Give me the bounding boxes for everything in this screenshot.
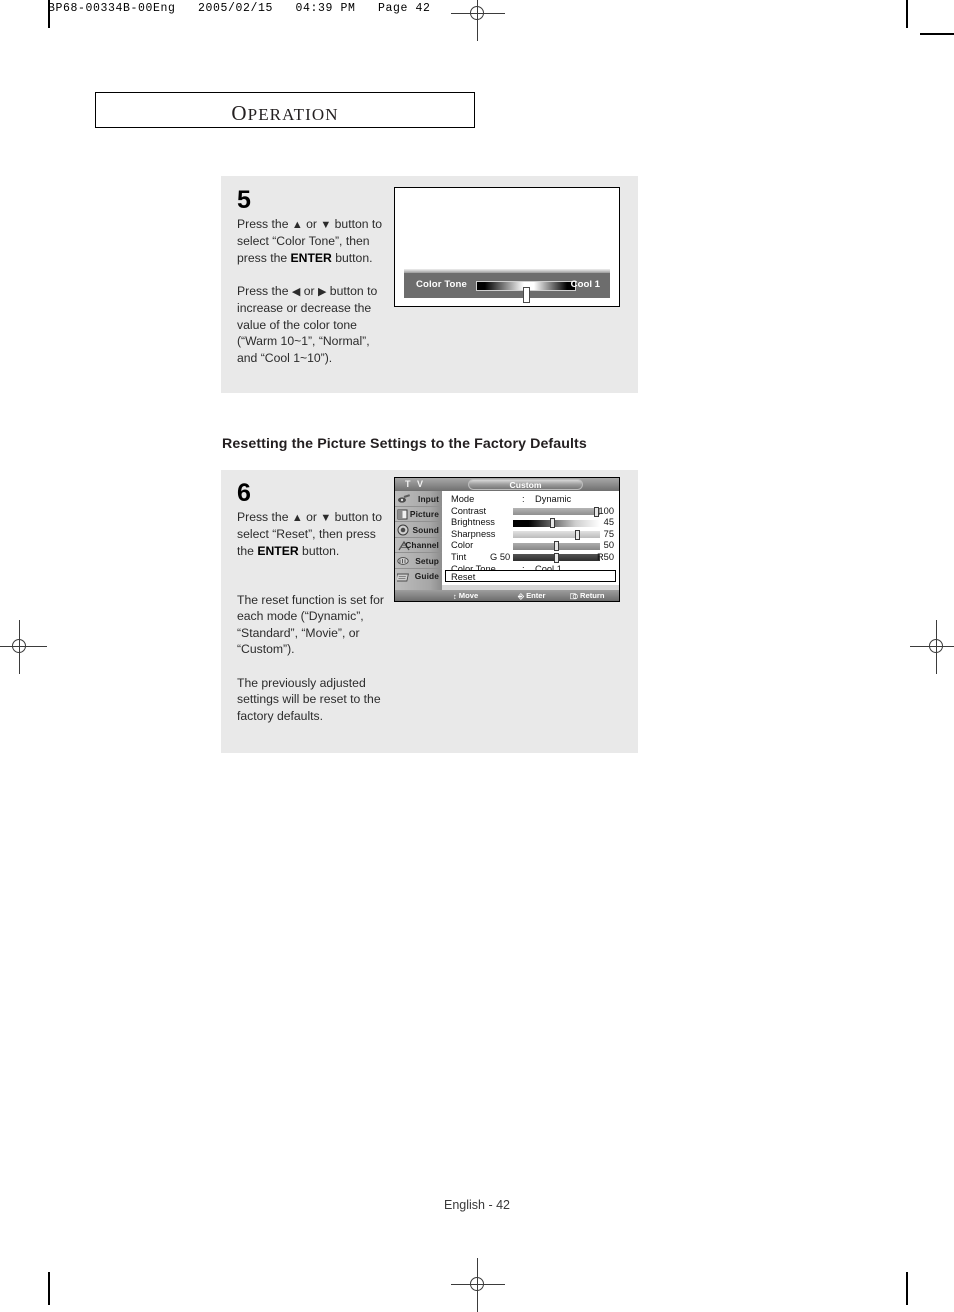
sidebar-item-picture-label: Picture [409,509,439,520]
osd-row-color[interactable]: Color 50 [442,540,619,552]
osd-row-tint-label: Tint [451,551,467,562]
osd-row-sharpness-label: Sharpness [451,528,496,539]
osd-title-bar: T V Custom [395,478,619,491]
crop-mark-bottom-right-vertical [906,1272,908,1305]
osd-hint-move: ↕ Move [453,591,478,601]
page-title-rest: PERATION [247,105,339,124]
osd-row-sharpness-slider[interactable] [513,529,600,540]
speaker-icon [397,524,411,536]
registration-mark-left [0,620,47,674]
osd-hint-enter: ⎆ Enter [518,591,546,601]
osd-row-mode-colon: : [522,494,525,504]
osd-row-brightness-value: 45 [603,517,614,528]
registration-mark-bottom [451,1258,505,1312]
crop-mark-bottom-left-vertical [48,1272,50,1305]
tv-screen-picture-menu: T V Custom Input Picture Sound Channel S… [394,477,620,602]
osd-tv-tag: T V [405,479,426,489]
osd-hint-return-label: Return [580,591,605,600]
contrast-track-fill [513,508,600,516]
osd-reset-label: Reset [451,571,476,582]
osd-row-color-slider[interactable] [513,541,600,552]
print-slug-line: BP68-00334B-00Eng 2005/02/15 04:39 PM Pa… [48,2,431,15]
osd-row-color-value: 50 [603,540,614,551]
sidebar-item-setup[interactable]: Setup [395,553,442,569]
osd-row-sharpness-value: 75 [603,528,614,539]
return-menu-icon: ⎄ [570,592,579,601]
osd-row-contrast-slider[interactable] [513,506,600,517]
osd-row-mode-label: Mode [451,494,475,504]
sidebar-item-input[interactable]: Input [395,491,442,507]
color-tone-osd-bar: Color Tone Cool 1 [404,269,610,303]
color-tone-value: Cool 1 [570,279,600,290]
sidebar-item-sound[interactable]: Sound [395,522,442,538]
crop-mark-top-right-vertical [906,0,908,28]
step-5-paragraph-2: Press the ◀ or ▶ button to increase or d… [237,284,378,365]
sharpness-slider-thumb[interactable] [575,529,580,540]
page-title: OPERATION [96,101,474,126]
sidebar-item-setup-label: Setup [415,555,439,566]
step-6-paragraph-2: The reset function is set for each mode … [237,593,384,657]
updown-arrows-icon: ↕ [453,592,457,601]
color-tone-slider-track[interactable] [476,281,576,303]
sidebar-item-channel[interactable]: Channel [395,538,442,554]
sidebar-item-channel-label: Channel [405,540,439,551]
input-jack-icon [397,493,411,505]
step-5-number: 5 [237,186,251,214]
registration-mark-right [910,620,954,674]
registration-mark-top [451,0,505,41]
osd-row-tint-value: R50 [596,551,614,562]
osd-reset-item[interactable]: Reset [445,570,616,582]
chapter-title-box: OPERATION [95,92,475,128]
osd-row-tint-green-value: G 50 [490,551,511,562]
page-title-initial: O [231,101,248,125]
osd-hint-move-label: Move [458,591,479,600]
tint-slider-thumb[interactable] [554,552,559,563]
osd-row-brightness[interactable]: Brightness 45 [442,517,619,529]
osd-menu-title-pill: Custom [468,479,583,490]
color-slider-thumb[interactable] [554,541,559,552]
step-6-paragraph-3: The previously adjusted settings will be… [237,676,381,723]
osd-row-mode-value: Dynamic [535,494,572,504]
color-tone-label: Color Tone [416,279,467,290]
step-5-paragraph-1: Press the ▲ or ▼ button to select “Color… [237,217,383,265]
osd-hint-return: ⎄ Return [570,591,605,601]
sidebar-item-sound-label: Sound [412,524,439,535]
step-6-paragraph-1: Press the ▲ or ▼ button to select “Reset… [237,510,383,558]
tools-icon [397,555,411,567]
sidebar-item-picture[interactable]: Picture [395,507,442,523]
osd-row-contrast[interactable]: Contrast 100 [442,506,619,518]
osd-row-tint-slider[interactable] [513,552,600,563]
osd-row-brightness-slider[interactable] [513,518,600,529]
osd-row-mode[interactable]: Mode : Dynamic [442,494,619,506]
osd-row-sharpness[interactable]: Sharpness 75 [442,529,619,541]
sharpness-track-fill [513,531,600,539]
crop-mark-top-right-horizontal [920,33,954,35]
page-footer: English - 42 [443,1198,510,1212]
sidebar-item-guide[interactable]: Guide [395,569,442,585]
osd-menu-title: Custom [509,480,542,490]
tv-screen-color-tone: Color Tone Cool 1 [394,187,620,307]
osd-hint-bar: ↕ Move ⎆ Enter ⎄ Return [395,590,619,601]
step-6-number: 6 [237,479,251,507]
guide-list-icon [397,571,411,583]
osd-row-contrast-value: 100 [598,505,614,516]
sidebar-item-input-label: Input [418,493,439,504]
osd-bar-body: Color Tone Cool 1 [404,273,610,303]
picture-tv-icon [397,509,411,521]
osd-sidebar: Input Picture Sound Channel Setup Guide [395,491,442,601]
color-tone-slider-thumb[interactable] [523,287,530,303]
enter-key-icon: ⎆ [518,592,525,601]
osd-row-color-label: Color [451,540,474,551]
sidebar-item-guide-label: Guide [414,571,439,582]
section-heading: Resetting the Picture Settings to the Fa… [222,436,587,452]
osd-row-tint[interactable]: Tint G 50 R50 [442,552,619,564]
osd-hint-enter-label: Enter [526,591,546,600]
osd-row-brightness-label: Brightness [451,517,495,528]
brightness-slider-thumb[interactable] [550,518,555,529]
brightness-track-fill [513,519,600,527]
osd-row-contrast-label: Contrast [451,505,487,516]
